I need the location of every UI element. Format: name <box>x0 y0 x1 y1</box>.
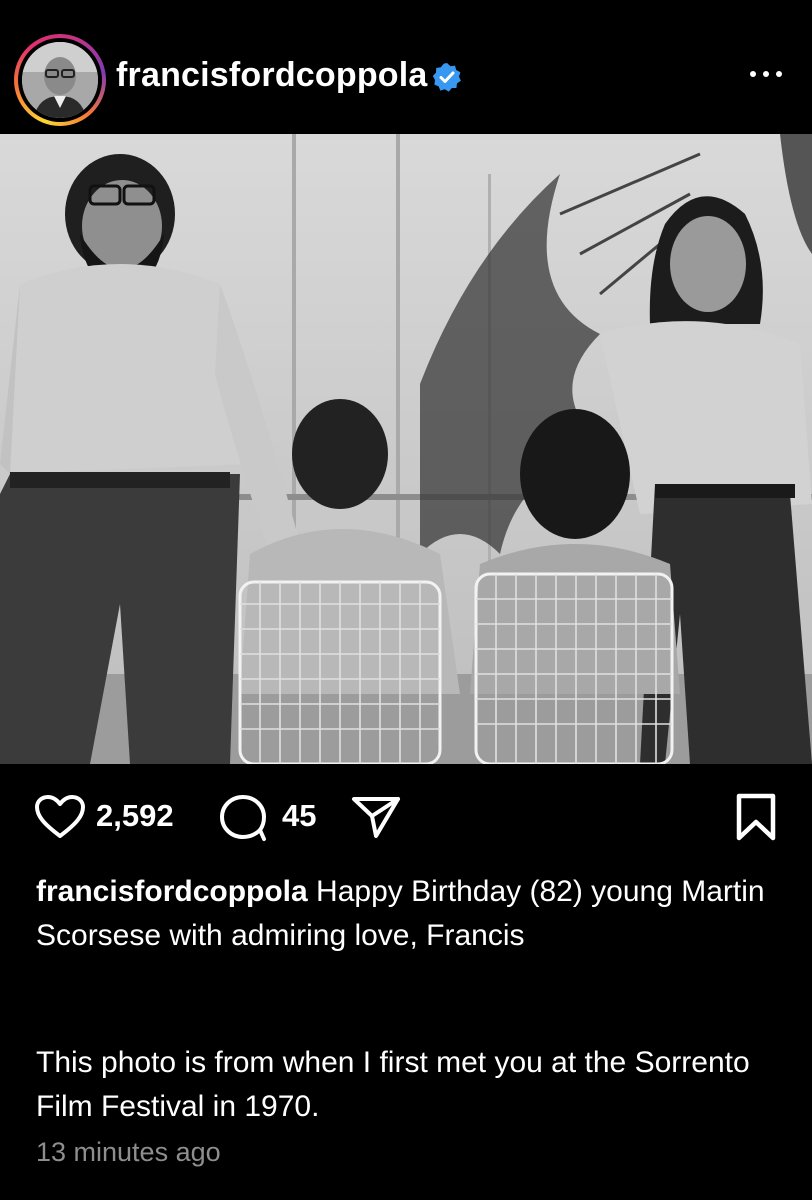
caption-paragraph: This photo is from when I first met you … <box>36 1046 750 1123</box>
caption-username[interactable]: francisfordcoppola <box>36 875 308 908</box>
photo-image <box>0 134 812 766</box>
avatar[interactable] <box>22 42 98 118</box>
send-icon[interactable] <box>350 794 402 840</box>
post-header: francisfordcoppola <box>0 0 812 134</box>
post-timestamp[interactable]: 13 minutes ago <box>36 1137 221 1168</box>
avatar-image <box>22 42 98 118</box>
verified-badge-icon <box>432 63 461 92</box>
story-ring[interactable] <box>14 34 106 126</box>
post-caption: francisfordcoppola Happy Birthday (82) y… <box>36 870 776 958</box>
post-photo[interactable] <box>0 134 812 766</box>
post-username[interactable]: francisfordcoppola <box>116 56 428 95</box>
more-horizontal-icon[interactable] <box>746 62 786 86</box>
comment-count[interactable]: 45 <box>282 798 316 834</box>
comment-icon[interactable] <box>218 794 270 842</box>
avatar-gap <box>18 38 102 122</box>
heart-icon[interactable] <box>34 794 86 840</box>
bookmark-icon[interactable] <box>734 792 778 842</box>
like-count[interactable]: 2,592 <box>96 798 174 834</box>
